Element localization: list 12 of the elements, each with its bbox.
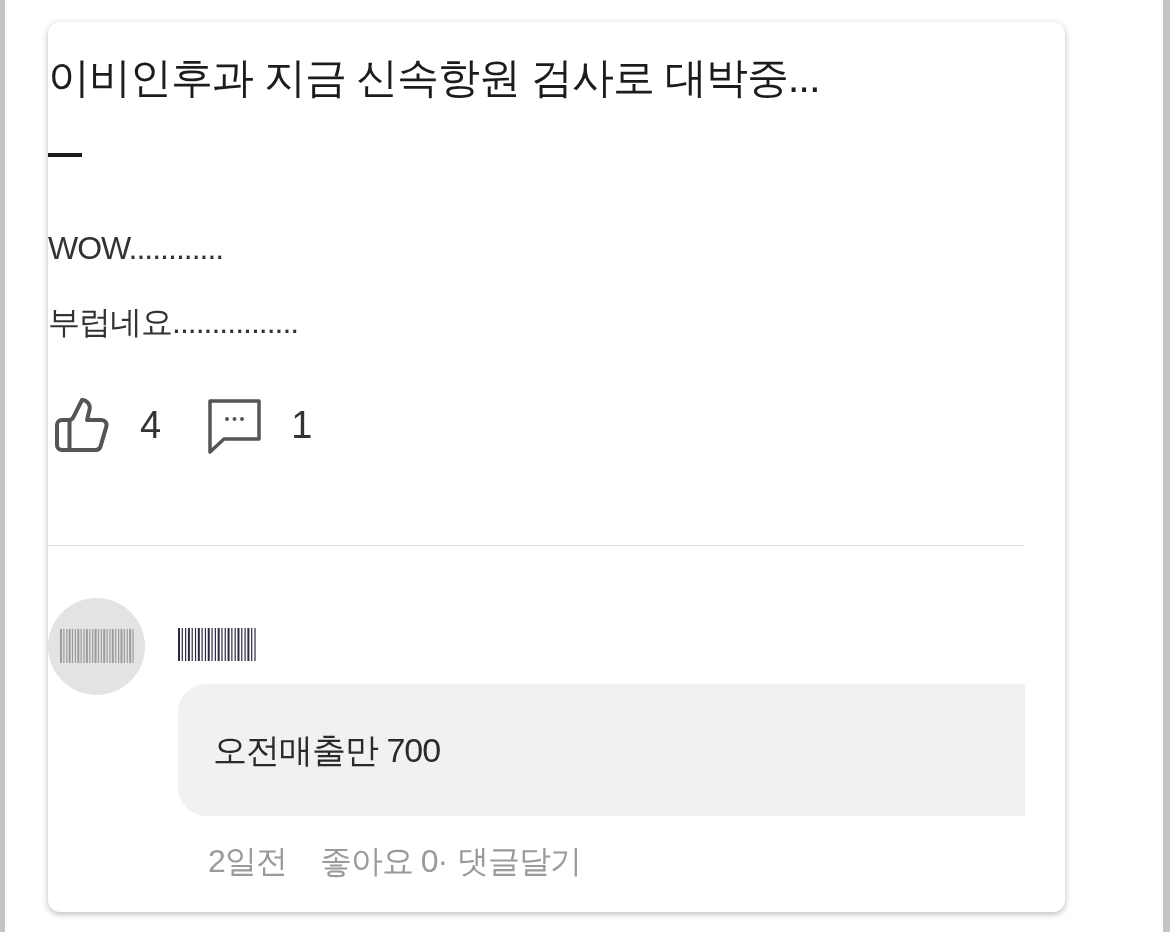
avatar-icon (48, 598, 145, 695)
comment-text: 오전매출만 700 (213, 730, 441, 771)
reply-button[interactable]: 댓글달기 (457, 837, 582, 885)
post-title[interactable]: 이비인후과 지금 신속항원 검사로 대박중... (48, 50, 1025, 106)
comment-time: 2일전 (208, 842, 287, 881)
redacted-name-icon (178, 628, 256, 661)
comment-count: 1 (291, 403, 313, 447)
like-count: 4 (140, 403, 162, 447)
comment-bubble-icon[interactable] (206, 396, 264, 454)
post-body-line: WOW............ (48, 229, 225, 268)
like-button[interactable]: 좋아요 0· (319, 837, 448, 885)
post-body-line: 부럽네요................ (48, 303, 300, 342)
